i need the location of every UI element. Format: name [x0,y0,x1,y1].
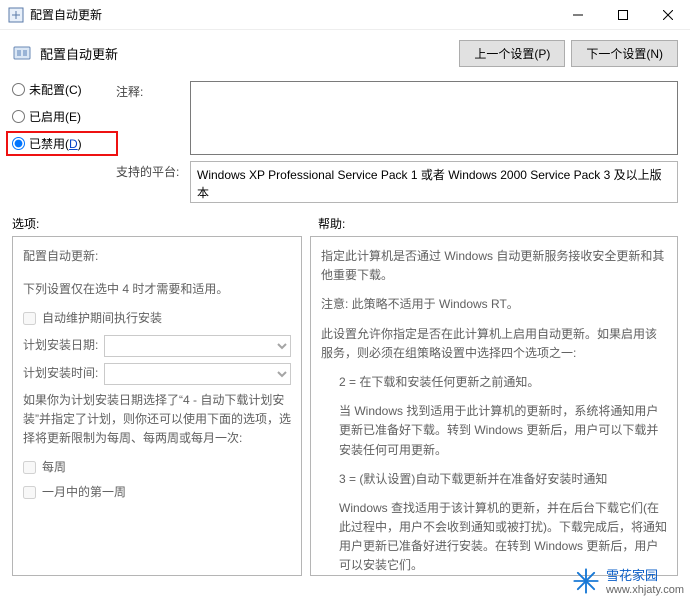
maintenance-checkbox-row[interactable]: 自动维护期间执行安装 [23,309,291,328]
schedule-day-select[interactable] [104,335,291,357]
firstweek-checkbox-label: 一月中的第一周 [42,483,126,502]
titlebar: 配置自动更新 [0,0,690,30]
next-setting-button[interactable]: 下一个设置(N) [571,40,678,67]
help-p4: 2 = 在下载和安装任何更新之前通知。 [321,373,667,392]
help-p1: 指定此计算机是否通过 Windows 自动更新服务接收安全更新和其他重要下载。 [321,247,667,285]
radio-not-configured-label: 未配置(C) [29,81,82,98]
options-header: 选项: [12,215,312,232]
close-button[interactable] [645,0,690,30]
help-pane: 指定此计算机是否通过 Windows 自动更新服务接收安全更新和其他重要下载。 … [310,236,678,576]
options-title: 配置自动更新: [23,247,291,266]
options-pane: 配置自动更新: 下列设置仅在选中 4 时才需要和适用。 自动维护期间执行安装 计… [12,236,302,576]
platform-box: Windows XP Professional Service Pack 1 或… [190,161,678,203]
radio-not-configured[interactable]: 未配置(C) [12,81,112,98]
help-p6: 3 = (默认设置)自动下载更新并在准备好安装时通知 [321,470,667,489]
radio-disabled-highlight: 已禁用(D) [6,131,118,156]
minimize-button[interactable] [555,0,600,30]
weekly-checkbox-label: 每周 [42,458,66,477]
comment-textarea[interactable] [190,81,678,155]
options-note: 下列设置仅在选中 4 时才需要和适用。 [23,280,291,299]
radio-disabled[interactable]: 已禁用(D) [12,135,112,152]
weekly-checkbox-row[interactable]: 每周 [23,458,291,477]
prev-setting-button[interactable]: 上一个设置(P) [459,40,565,67]
pane-headers: 选项: 帮助: [0,207,690,236]
app-icon [8,7,24,23]
config-area: 未配置(C) 已启用(E) 已禁用(D) 注释: 支持的平台: Windows … [0,75,690,207]
radio-enabled[interactable]: 已启用(E) [12,108,112,125]
maintenance-checkbox-label: 自动维护期间执行安装 [42,309,162,328]
help-p3: 此设置允许你指定是否在此计算机上启用自动更新。如果启用该服务，则必须在组策略设置… [321,325,667,363]
firstweek-checkbox-row[interactable]: 一月中的第一周 [23,483,291,502]
help-p5: 当 Windows 找到适用于此计算机的更新时，系统将通知用户更新已准备好下载。… [321,402,667,460]
platform-text: Windows XP Professional Service Pack 1 或… [197,168,662,200]
help-p7: Windows 查找适用于该计算机的更新，并在后台下载它们(在此过程中，用户不会… [321,499,667,576]
policy-icon [12,44,32,64]
schedule-time-label: 计划安装时间: [23,364,98,383]
policy-title: 配置自动更新 [40,44,118,63]
schedule-time-row: 计划安装时间: [23,363,291,385]
help-p2: 注意: 此策略不适用于 Windows RT。 [321,295,667,314]
platform-label: 支持的平台: [116,161,186,203]
window-title: 配置自动更新 [30,6,102,23]
radio-enabled-label: 已启用(E) [29,108,81,125]
state-radios: 未配置(C) 已启用(E) 已禁用(D) [12,81,112,155]
radio-disabled-label: 已禁用(D) [29,135,82,152]
schedule-time-select[interactable] [104,363,291,385]
maintenance-checkbox[interactable] [23,312,36,325]
firstweek-checkbox[interactable] [23,486,36,499]
comment-label: 注释: [116,81,186,155]
maximize-button[interactable] [600,0,645,30]
schedule-day-row: 计划安装日期: [23,335,291,357]
help-header: 帮助: [318,215,345,232]
subheader: 配置自动更新 上一个设置(P) 下一个设置(N) [0,30,690,75]
options-para: 如果你为计划安装日期选择了“4 - 自动下载计划安装”并指定了计划，则你还可以使… [23,391,291,449]
watermark-url: www.xhjaty.com [606,584,684,598]
weekly-checkbox[interactable] [23,461,36,474]
schedule-day-label: 计划安装日期: [23,336,98,355]
panes: 配置自动更新: 下列设置仅在选中 4 时才需要和适用。 自动维护期间执行安装 计… [0,236,690,576]
